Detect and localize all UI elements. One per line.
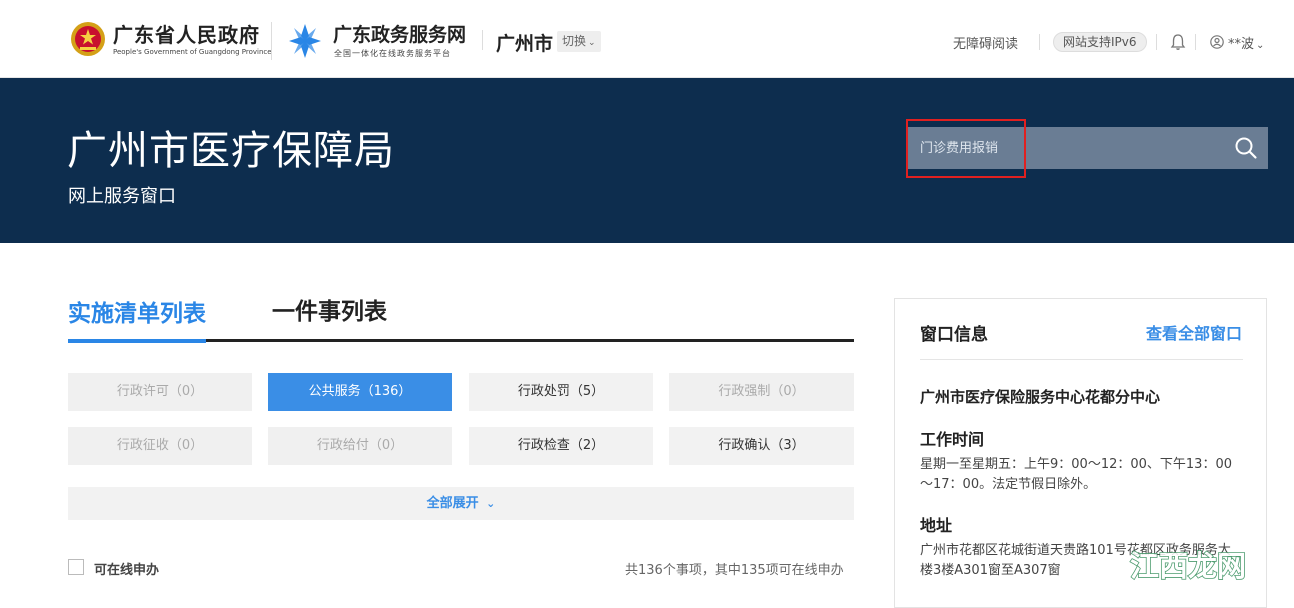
- page-title: 广州市医疗保障局: [67, 128, 395, 174]
- category-admin-permit[interactable]: 行政许可（0）: [68, 373, 252, 411]
- top-bar: 广东省人民政府 People's Government of Guangdong…: [0, 0, 1294, 78]
- hours-text: 星期一至星期五：上午9：00～12：00、下午13：00～17：00。法定节假日…: [920, 457, 1232, 492]
- gov-name[interactable]: 广东省人民政府: [113, 19, 260, 48]
- tab-implementation-list[interactable]: 实施清单列表: [68, 294, 206, 343]
- user-name: **波: [1228, 37, 1255, 52]
- panel-divider: [920, 359, 1243, 360]
- bell-icon[interactable]: [1170, 33, 1186, 51]
- watermark-logo: 江西龙网: [1129, 548, 1247, 584]
- service-subtitle: 全国一体化在线政务服务平台: [334, 49, 451, 58]
- watermark-text: 江西龙网: [1130, 549, 1246, 583]
- search-highlight-box: [906, 119, 1026, 178]
- divider: [1195, 34, 1196, 50]
- divider: [1039, 34, 1040, 50]
- category-admin-levy[interactable]: 行政征收（0）: [68, 427, 252, 465]
- service-name[interactable]: 广东政务服务网: [333, 20, 466, 47]
- ipv6-badge: 网站支持IPv6: [1053, 32, 1147, 52]
- divider: [1156, 34, 1157, 50]
- category-admin-confirmation[interactable]: 行政确认（3）: [669, 427, 854, 465]
- online-checkbox[interactable]: [68, 559, 84, 575]
- user-menu[interactable]: **波 ⌄: [1228, 33, 1264, 52]
- divider: [482, 30, 483, 50]
- national-emblem-icon: [71, 22, 105, 56]
- expand-label: 全部展开: [426, 496, 479, 511]
- user-icon[interactable]: [1210, 35, 1224, 49]
- item-count-text: 共136个事项，其中135项可在线申办: [625, 563, 844, 578]
- divider: [271, 22, 272, 60]
- chevron-down-icon: ⌄: [588, 38, 596, 48]
- current-city: 广州市: [496, 33, 554, 55]
- center-name: 广州市医疗保险服务中心花都分中心: [920, 388, 1161, 406]
- tab-one-thing-list[interactable]: 一件事列表: [272, 292, 387, 326]
- hours-label: 工作时间: [920, 430, 985, 449]
- category-admin-enforcement[interactable]: 行政强制（0）: [669, 373, 854, 411]
- view-all-windows-link[interactable]: 查看全部窗口: [1146, 320, 1242, 344]
- category-admin-inspection[interactable]: 行政检查（2）: [469, 427, 653, 465]
- online-filter-label[interactable]: 可在线申办: [94, 559, 159, 578]
- chevron-down-icon: ⌄: [1256, 40, 1265, 51]
- page-subtitle: 网上服务窗口: [68, 186, 176, 207]
- banner: 广州市医疗保障局 网上服务窗口: [0, 78, 1294, 243]
- category-admin-penalty[interactable]: 行政处罚（5）: [469, 373, 653, 411]
- city-switch-button[interactable]: 切换 ⌄: [557, 31, 601, 52]
- chevron-down-icon: ⌄: [486, 497, 496, 510]
- category-admin-payment[interactable]: 行政给付（0）: [268, 427, 452, 465]
- gov-name-en: People's Government of Guangdong Provinc…: [113, 48, 272, 56]
- search-icon[interactable]: [1234, 136, 1258, 160]
- panel-title: 窗口信息: [920, 325, 988, 345]
- expand-all-button[interactable]: 全部展开 ⌄: [68, 487, 854, 520]
- address-label: 地址: [920, 516, 953, 535]
- switch-label: 切换: [562, 34, 587, 48]
- service-logo-icon: [289, 24, 321, 58]
- category-public-service[interactable]: 公共服务（136）: [268, 373, 452, 411]
- list-tabs: 实施清单列表 一件事列表: [68, 292, 854, 343]
- accessibility-link[interactable]: 无障碍阅读: [953, 33, 1018, 52]
